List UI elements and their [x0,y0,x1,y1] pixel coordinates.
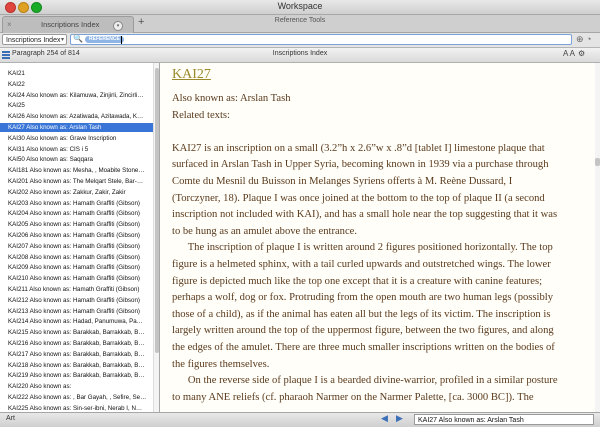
article-line: surfaced in Arslan Tash in Upper Syria, … [172,159,549,171]
article-pane: KAI27 Also known as: Arslan Tash Related … [160,63,600,412]
sidebar-item[interactable]: KAI209 Also known as: Hamath Graffiti (G… [0,263,153,272]
sidebar-item[interactable]: KAI210 Also known as: Hamath Graffiti (G… [0,274,153,283]
add-icon[interactable]: ⊕ [576,34,584,45]
article-line: largely written around the top of the up… [172,325,554,337]
text-caret [121,36,122,44]
art-filter[interactable]: Art [6,415,15,422]
sidebar-item[interactable]: KAI219 Also known as: Barakkab, Barrakka… [0,371,153,380]
window-title: Workspace [277,1,323,11]
current-location-field[interactable]: KAI27 Also known as: Arslan Tash [414,414,594,425]
title-bar: Workspace [0,0,600,15]
article-line: to be hung as an amulet above the entran… [172,225,358,237]
sidebar-item[interactable]: KAI208 Also known as: Hamath Graffiti (G… [0,253,153,262]
back-arrow-icon[interactable]: ◀ [381,413,388,424]
sidebar-item[interactable]: KAI50 Also known as: Saqqara [0,155,153,164]
sidebar-item[interactable]: KAI21 [0,69,153,78]
sidebar-item[interactable]: KAI181 Also known as: Mesha, , Moabite S… [0,166,153,175]
article-line: Also known as: Arslan Tash [172,93,291,104]
article-line: Related texts: [172,109,230,121]
sidebar-item[interactable]: KAI27 Also known as: Arslan Tash [0,123,153,132]
sidebar-item[interactable]: KAI214 Also known as: Hadad, Panumuwa, P… [0,317,153,326]
sidebar-item[interactable]: KAI25 [0,101,153,110]
window-subtitle: Reference Tools [274,17,326,24]
resource-type-dropdown[interactable]: Inscriptions Index ▾ [2,34,67,45]
article-line: inscription not included with KAI), and … [172,209,558,221]
sidebar-item[interactable]: KAI215 Also known as: Barakkab, Barrakka… [0,328,153,337]
article-headword[interactable]: KAI27 [172,67,211,83]
article-line: perhaps a wolf, dog or fox. Protruding f… [172,292,554,304]
sidebar-item[interactable]: KAI220 Also known as: [0,382,153,391]
status-bar: Art ◀ ▶ KAI27 Also known as: Arslan Tash [0,412,600,427]
article-line: On the reverse side of plaque I is a bea… [172,375,558,387]
sidebar-item[interactable]: KAI212 Also known as: Hamath Graffiti (G… [0,296,153,305]
forward-arrow-icon[interactable]: ▶ [396,413,403,424]
search-input[interactable]: 🔍 REFERENCE [70,34,572,45]
sidebar-item[interactable]: KAI22 [0,80,153,89]
sidebar-item[interactable]: KAI216 Also known as: Barakkab, Barrakka… [0,339,153,348]
article-line: those of a child), as if the animal has … [172,308,551,320]
resource-type-label: Inscriptions Index [6,37,61,44]
sidebar-item[interactable]: KAI222 Also known as: , Bar Gayah, , Sef… [0,393,153,402]
sidebar-item[interactable]: KAI211 Also known as: Hamath Graffiti (G… [0,285,153,294]
resource-name: Inscriptions Index [272,50,328,57]
sidebar-item[interactable]: KAI24 Also known as: Kilamuwa, Zinjirli,… [0,91,153,100]
article-line: the edges of the amulet. There are three… [172,342,555,353]
sidebar-item[interactable]: KAI30 Also known as: Grave Inscription [0,134,153,143]
sidebar-item[interactable]: KAI31 Also known as: CIS i 5 [0,145,153,154]
article-line: the figures themselves. [172,358,270,370]
sidebar-item[interactable]: KAI207 Also known as: Hamath Graffiti (G… [0,242,153,251]
article-line: to many ANE reliefs (cf. pharaoh Narmer … [172,391,534,403]
panel-header: Paragraph 254 of 814 Inscriptions Index … [0,48,600,63]
toolbar: Inscriptions Index ▾ 🔍 REFERENCE ⊕ ◔ [0,33,600,48]
sidebar-item[interactable]: KAI206 Also known as: Hamath Graffiti (G… [0,231,153,240]
sidebar-item[interactable]: KAI201 Also known as: The Melqart Stele,… [0,177,153,186]
sidebar-item[interactable]: KAI218 Also known as: Barakkab, Barrakka… [0,361,153,370]
sidebar-scroll-thumb[interactable] [155,68,159,353]
article-line: figure is a helmeted sphinx, with a tail… [172,259,551,270]
article-line: The inscription of plaque I is written a… [172,242,553,254]
article-scroll-thumb[interactable] [595,158,600,166]
search-icon[interactable]: 🔍 [73,34,83,43]
gear-icon[interactable]: ⚙ [578,49,585,58]
article-scrollbar[interactable] [595,63,600,412]
article-line: KAI27 is an inscription on a small (3.2”… [172,142,545,154]
reference-tag[interactable]: REFERENCE [85,36,124,43]
article-line: (Torczyner, 18). Plaque I was once joine… [172,192,545,204]
sidebar-item[interactable]: KAI213 Also known as: Hamath Graffiti (G… [0,307,153,316]
chevron-down-icon: ▾ [60,37,64,43]
sidebar-item[interactable]: KAI217 Also known as: Barakkab, Barrakka… [0,350,153,359]
sidebar-item[interactable]: KAI204 Also known as: Hamath Graffiti (G… [0,209,153,218]
sidebar-item[interactable]: KAI205 Also known as: Hamath Graffiti (G… [0,220,153,229]
index-sidebar: KAI21 KAI22 KAI24 Also known as: Kilamuwa,… [0,63,160,412]
article-line: figure is depicted much like the top one… [172,275,543,287]
article-line: Comte du Mesnil du Buisson in Melanges S… [172,176,513,187]
font-size-icon[interactable]: A A [563,49,575,58]
sidebar-item[interactable]: KAI225 Also known as: Sin-ser-ibni, Nera… [0,404,153,412]
sidebar-item[interactable]: KAI26 Also known as: Azatiwada, Azitawad… [0,112,153,121]
sidebar-item[interactable]: KAI202 Also known as: Zakkur, Zakir, Zak… [0,188,153,197]
sidebar-scrollbar[interactable] [153,63,159,412]
sidebar-item[interactable]: KAI203 Also known as: Hamath Graffiti (G… [0,199,153,208]
history-icon[interactable]: ◔ [586,34,591,44]
